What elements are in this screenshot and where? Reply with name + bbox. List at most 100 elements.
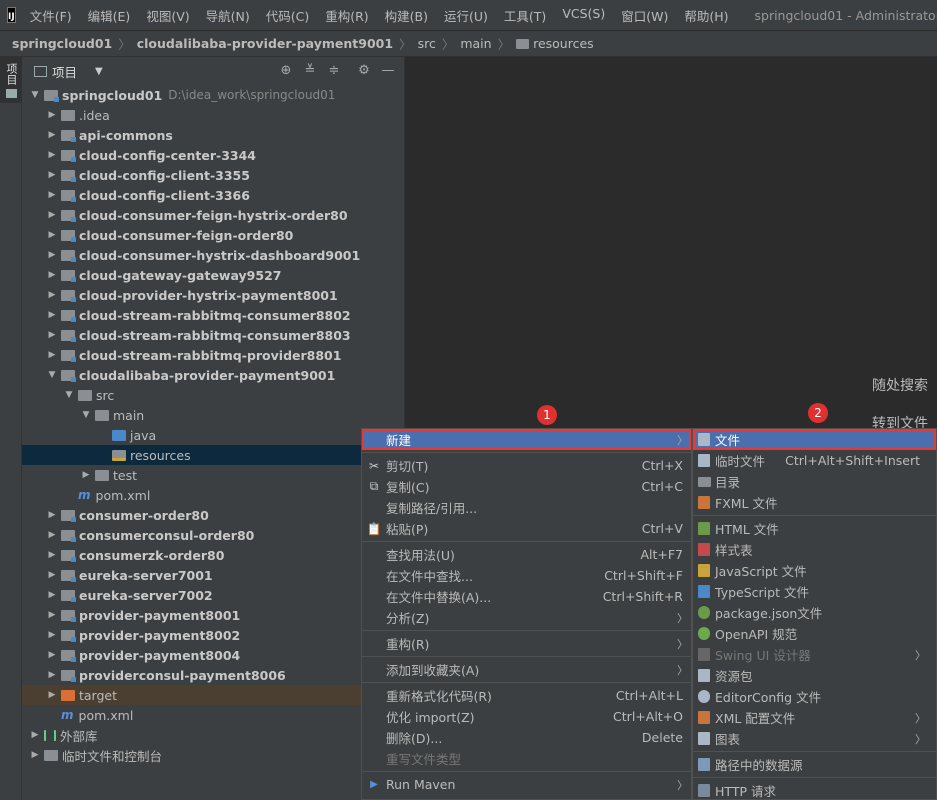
tree-row-root[interactable]: ▼ springcloud01 D:\idea_work\springcloud… (22, 85, 404, 105)
chevron-right-icon[interactable]: ▶ (45, 590, 59, 600)
menu-item[interactable]: 视图(V) (142, 6, 193, 25)
context-menu-item[interactable]: ▶Debug Maven〉 (362, 795, 691, 799)
context-menu-item[interactable]: 添加到收藏夹(A) 〉 (362, 659, 691, 680)
new-submenu-item[interactable]: EditorConfig 文件 (693, 686, 936, 707)
chevron-right-icon[interactable]: ▶ (45, 530, 59, 540)
menu-item[interactable]: 工具(T) (500, 6, 550, 25)
new-submenu-item[interactable]: 图表 〉 (693, 728, 936, 749)
new-submenu-item[interactable]: FXML 文件 (693, 492, 936, 513)
tree-row[interactable]: ▶ consumerzk-order80 (22, 545, 404, 565)
chevron-right-icon[interactable]: ▶ (45, 290, 59, 300)
chevron-right-icon[interactable]: ▶ (45, 310, 59, 320)
chevron-right-icon[interactable]: ▶ (45, 230, 59, 240)
chevron-right-icon[interactable]: ▶ (45, 250, 59, 260)
new-submenu-item[interactable]: 资源包 (693, 665, 936, 686)
tree-row[interactable]: ▶ eureka-server7002 (22, 585, 404, 605)
tree-row[interactable]: m pom.xml (22, 705, 404, 725)
new-submenu-item[interactable]: XML 配置文件 〉 (693, 707, 936, 728)
tree-row[interactable]: ▶ cloud-config-center-3344 (22, 145, 404, 165)
tree-row[interactable]: ▶ provider-payment8004 (22, 645, 404, 665)
gear-icon[interactable]: ⚙ (356, 63, 372, 79)
new-submenu-item[interactable]: HTML 文件 (693, 518, 936, 539)
chevron-right-icon[interactable]: ▶ (45, 210, 59, 220)
tree-row[interactable]: ▶ provider-payment8001 (22, 605, 404, 625)
tree-row[interactable]: ▶ cloud-config-client-3355 (22, 165, 404, 185)
tree-row[interactable]: ▶ cloud-stream-rabbitmq-consumer8802 (22, 305, 404, 325)
context-menu-item[interactable]: 复制路径/引用... (362, 497, 691, 518)
chevron-right-icon[interactable]: ▶ (45, 170, 59, 180)
chevron-right-icon[interactable]: ▶ (45, 110, 59, 120)
new-submenu-item[interactable]: 样式表 (693, 539, 936, 560)
chevron-right-icon[interactable]: ▶ (45, 610, 59, 620)
chevron-down-icon[interactable]: ▼ (62, 390, 76, 400)
menu-item[interactable]: 编辑(E) (84, 6, 135, 25)
new-submenu-item[interactable]: TypeScript 文件 (693, 581, 936, 602)
new-submenu-item[interactable]: 目录 (693, 471, 936, 492)
chevron-right-icon[interactable]: ▶ (28, 730, 42, 740)
tree-row[interactable]: ▶ cloud-consumer-feign-hystrix-order80 (22, 205, 404, 225)
context-menu-item[interactable]: ▶ Run Maven 〉 (362, 774, 691, 795)
new-submenu-item[interactable]: package.json文件 (693, 602, 936, 623)
context-menu-item[interactable]: 删除(D)... Delete (362, 727, 691, 748)
tree-row[interactable]: ▶ cloud-config-client-3366 (22, 185, 404, 205)
context-menu-item[interactable]: 查找用法(U) Alt+F7 (362, 544, 691, 565)
tree-row[interactable]: ▶ cloud-gateway-gateway9527 (22, 265, 404, 285)
context-menu-item[interactable]: 新建 〉 (362, 429, 691, 450)
new-submenu-item[interactable]: 文件 (693, 429, 936, 450)
tree-row[interactable]: ▶ cloud-stream-rabbitmq-provider8801 (22, 345, 404, 365)
chevron-right-icon[interactable]: ▶ (45, 570, 59, 580)
tree-row[interactable]: ▶ eureka-server7001 (22, 565, 404, 585)
chevron-right-icon[interactable]: ▶ (45, 670, 59, 680)
tree-row[interactable]: ▶ api-commons (22, 125, 404, 145)
collapse-all-icon[interactable]: ≑ (326, 63, 342, 79)
chevron-right-icon[interactable]: ▶ (45, 190, 59, 200)
tree-row[interactable]: resources (22, 445, 404, 465)
chevron-right-icon[interactable]: ▶ (28, 750, 42, 760)
tree-row[interactable]: ▶ cloud-stream-rabbitmq-consumer8803 (22, 325, 404, 345)
chevron-right-icon[interactable]: ▶ (45, 510, 59, 520)
menu-item[interactable]: 代码(C) (262, 6, 313, 25)
menu-item[interactable]: 文件(F) (26, 6, 76, 25)
context-menu-item[interactable]: ✂ 剪切(T) Ctrl+X (362, 455, 691, 476)
breadcrumb-project[interactable]: springcloud01 (12, 36, 112, 51)
menu-item[interactable]: 窗口(W) (617, 6, 672, 25)
tree-row[interactable]: ▶ 临时文件和控制台 (22, 745, 404, 765)
new-submenu-item[interactable]: OpenAPI 规范 (693, 623, 936, 644)
chevron-right-icon[interactable]: ▶ (45, 630, 59, 640)
menu-item[interactable]: 重构(R) (321, 6, 372, 25)
chevron-right-icon[interactable]: ▶ (45, 690, 59, 700)
context-menu-item[interactable]: 重构(R) 〉 (362, 633, 691, 654)
tree-row[interactable]: ▼ cloudalibaba-provider-payment9001 (22, 365, 404, 385)
tree-row[interactable]: ▶ cloud-consumer-hystrix-dashboard9001 (22, 245, 404, 265)
chevron-right-icon[interactable]: ▶ (45, 130, 59, 140)
tree-row[interactable]: ▼ src (22, 385, 404, 405)
tree-row[interactable]: ▶ provider-payment8002 (22, 625, 404, 645)
menu-item[interactable]: 导航(N) (202, 6, 254, 25)
menu-item[interactable]: 构建(B) (381, 6, 432, 25)
chevron-down-icon[interactable]: ▼ (28, 90, 42, 100)
tree-row[interactable]: java (22, 425, 404, 445)
tree-row[interactable]: ▶ test (22, 465, 404, 485)
new-submenu-item[interactable]: HTTP 请求 (693, 780, 936, 799)
chevron-right-icon[interactable]: ▶ (45, 550, 59, 560)
project-tool-tab[interactable]: 项目 (0, 57, 22, 103)
context-menu-item[interactable]: 在文件中查找... Ctrl+Shift+F (362, 565, 691, 586)
breadcrumb-module[interactable]: cloudalibaba-provider-payment9001 (137, 36, 393, 51)
breadcrumb-resources[interactable]: resources (533, 36, 594, 51)
context-menu-item[interactable]: 优化 import(Z) Ctrl+Alt+O (362, 706, 691, 727)
context-menu-item[interactable]: ⧉ 复制(C) Ctrl+C (362, 476, 691, 497)
tree-row[interactable]: ▶ cloud-consumer-feign-order80 (22, 225, 404, 245)
hide-icon[interactable]: — (380, 63, 396, 79)
tree-row[interactable]: m pom.xml (22, 485, 404, 505)
new-submenu-item[interactable]: 路径中的数据源 (693, 754, 936, 775)
chevron-right-icon[interactable]: ▶ (79, 470, 93, 480)
context-menu-item[interactable]: 分析(Z) 〉 (362, 607, 691, 628)
chevron-right-icon[interactable]: ▶ (45, 330, 59, 340)
tree-row[interactable]: ▶ 外部库 (22, 725, 404, 745)
context-menu-item[interactable]: 重新格式化代码(R) Ctrl+Alt+L (362, 685, 691, 706)
context-menu-item[interactable]: 📋 粘贴(P) Ctrl+V (362, 518, 691, 539)
locate-icon[interactable]: ⊕ (278, 63, 294, 79)
breadcrumb-src[interactable]: src (418, 36, 436, 51)
chevron-right-icon[interactable]: ▶ (45, 270, 59, 280)
chevron-down-icon[interactable]: ▼ (95, 66, 103, 77)
